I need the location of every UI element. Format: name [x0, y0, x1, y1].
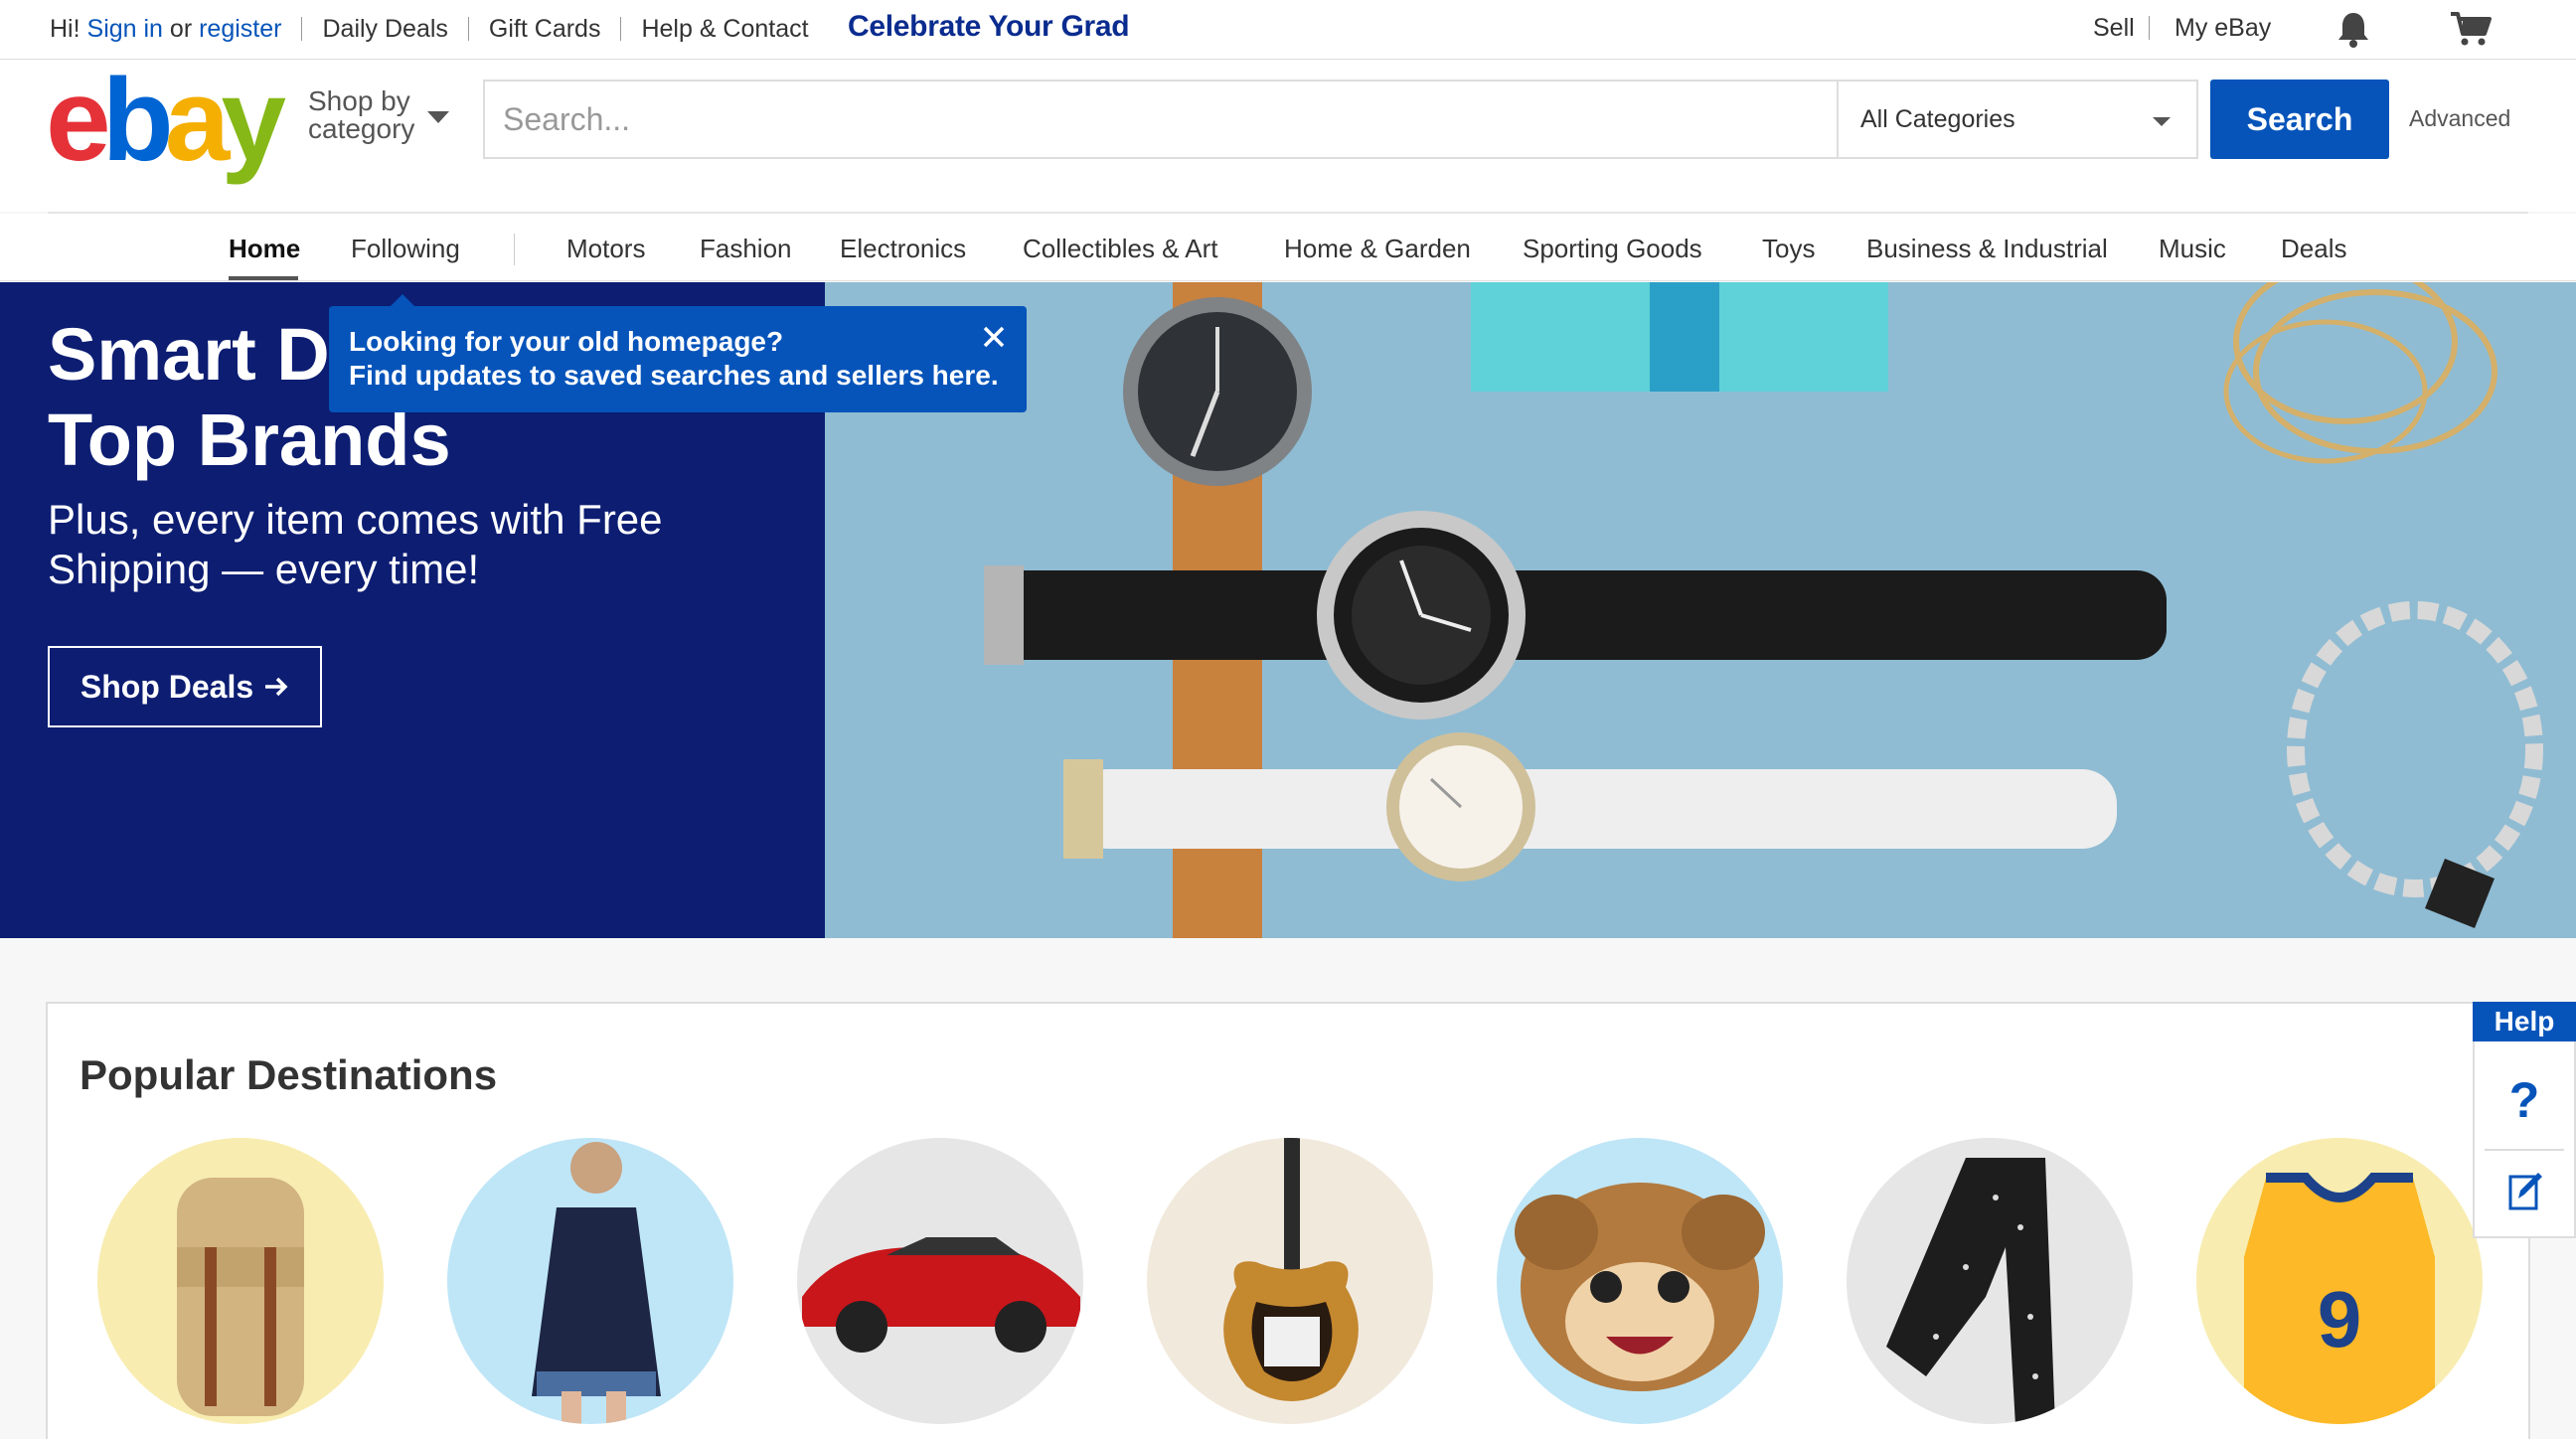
logo-letter-e: e — [46, 55, 111, 186]
help-divider — [2485, 1149, 2564, 1151]
divider — [467, 17, 469, 41]
shop-deals-button[interactable]: Shop Deals — [48, 646, 322, 727]
destination-leggings[interactable] — [1847, 1138, 2133, 1424]
section-title: Popular Destinations — [80, 1051, 498, 1098]
tooltip-line1: Looking for your old homepage? — [349, 326, 784, 357]
divider — [620, 17, 622, 41]
svg-text:9: 9 — [2318, 1275, 2362, 1363]
shop-by-line1: Shop by — [308, 85, 410, 116]
tab-music[interactable]: Music — [2159, 234, 2226, 264]
help-tab[interactable]: Help — [2473, 1002, 2576, 1041]
daily-deals-link[interactable]: Daily Deals — [322, 15, 447, 44]
tab-deals[interactable]: Deals — [2281, 234, 2346, 264]
tab-home[interactable]: Home — [229, 234, 300, 264]
sell-link[interactable]: Sell — [2093, 14, 2135, 43]
shop-by-line2: category — [308, 113, 415, 144]
my-ebay-link[interactable]: My eBay — [2174, 14, 2271, 43]
or-text: or — [169, 14, 193, 43]
leggings-image — [1886, 1158, 2055, 1424]
active-tab-indicator — [229, 276, 298, 280]
tooltip-line2: Find updates to saved searches and selle… — [349, 360, 999, 391]
shop-deals-label: Shop Deals — [80, 668, 254, 705]
gift-cards-link[interactable]: Gift Cards — [489, 15, 601, 44]
popular-destinations-section: Popular Destinations 9 — [46, 1002, 2530, 1439]
tab-motors[interactable]: Motors — [566, 234, 645, 264]
tab-sporting-goods[interactable]: Sporting Goods — [1523, 234, 1702, 264]
destination-sports-car[interactable] — [797, 1138, 1083, 1424]
sports-car-image — [802, 1237, 1080, 1353]
top-utility-bar: Hi! Sign in or register Daily Deals Gift… — [0, 0, 2576, 60]
destination-guitar[interactable] — [1147, 1138, 1433, 1424]
logo-letter-b: b — [101, 55, 174, 186]
hero-subtitle: Plus, every item comes with Free Shippin… — [48, 496, 663, 592]
watches-bracelets-image — [825, 282, 2576, 938]
question-icon[interactable]: ? — [2475, 1071, 2574, 1129]
destination-monkey-pillow[interactable] — [1497, 1138, 1783, 1424]
arrow-right-icon — [265, 677, 288, 697]
tab-fashion[interactable]: Fashion — [700, 234, 792, 264]
monkey-pillow-image — [1515, 1183, 1765, 1391]
logo-letter-a: a — [164, 55, 231, 186]
chevron-down-icon — [2153, 117, 2171, 126]
search-button[interactable]: Search — [2210, 80, 2389, 159]
destination-jersey[interactable]: 9 — [2196, 1138, 2483, 1424]
guitar-image — [1223, 1138, 1359, 1401]
bell-icon[interactable] — [2335, 10, 2371, 48]
tab-collectibles-art[interactable]: Collectibles & Art — [1023, 234, 1218, 264]
help-panel: ? — [2473, 1041, 2576, 1238]
destination-dress[interactable] — [447, 1138, 733, 1424]
search-input[interactable] — [483, 80, 1839, 159]
close-icon[interactable] — [981, 324, 1007, 350]
chevron-down-icon[interactable] — [427, 111, 449, 123]
top-right-links: Sell My eBay — [2093, 0, 2576, 58]
ebay-logo[interactable]: ebay — [46, 62, 286, 179]
backpack-image — [177, 1178, 304, 1416]
cart-icon[interactable] — [2449, 10, 2493, 48]
tooltip-arrow — [391, 294, 414, 306]
help-contact-link[interactable]: Help & Contact — [641, 15, 808, 44]
advanced-search-link[interactable]: Advanced — [2409, 105, 2510, 132]
register-link[interactable]: register — [199, 15, 281, 44]
divider — [2149, 16, 2150, 40]
tab-following[interactable]: Following — [351, 234, 460, 264]
tab-business-industrial[interactable]: Business & Industrial — [1866, 234, 2108, 264]
greeting-text: Hi! — [50, 14, 80, 43]
category-select[interactable]: All Categories — [1837, 80, 2198, 159]
dress-image — [532, 1142, 661, 1424]
tab-electronics[interactable]: Electronics — [840, 234, 966, 264]
sign-in-link[interactable]: Sign in — [87, 15, 163, 44]
jersey-image: 9 — [2244, 1173, 2435, 1424]
category-selected-value: All Categories — [1860, 104, 2015, 133]
logo-letter-y: y — [221, 55, 286, 186]
top-left-links: Hi! Sign in or register Daily Deals Gift… — [50, 0, 809, 58]
shop-by-category-button[interactable]: Shop by category — [308, 87, 414, 143]
tab-toys[interactable]: Toys — [1762, 234, 1815, 264]
feedback-icon[interactable] — [2508, 1171, 2544, 1210]
category-nav: Home Following Motors Fashion Electronic… — [0, 214, 2576, 281]
divider — [301, 17, 303, 41]
destination-backpack[interactable] — [97, 1138, 384, 1424]
old-homepage-tooltip: Looking for your old homepage? Find upda… — [329, 294, 1027, 412]
hero-image[interactable] — [825, 282, 2576, 938]
main-header: ebay Shop by category All Categories Sea… — [0, 60, 2576, 212]
help-widget: Help ? — [2473, 1002, 2576, 1238]
nav-divider — [514, 234, 515, 265]
tab-home-garden[interactable]: Home & Garden — [1284, 234, 1471, 264]
promo-link[interactable]: Celebrate Your Grad — [848, 10, 1130, 44]
